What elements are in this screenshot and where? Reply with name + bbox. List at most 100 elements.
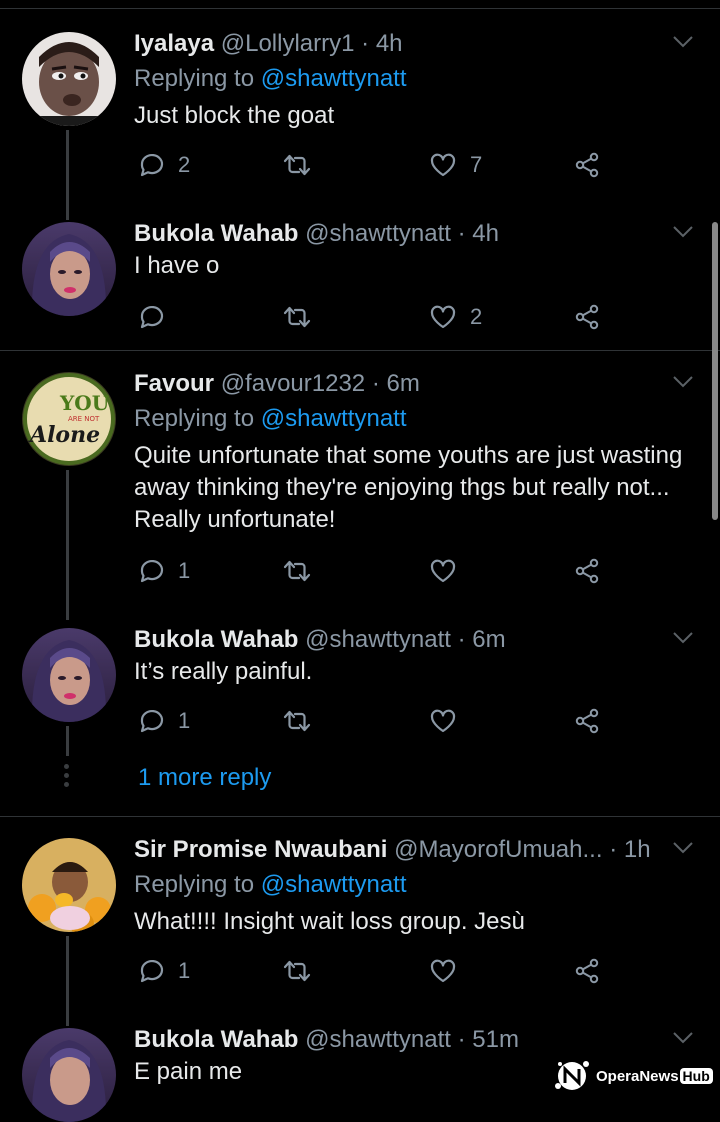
timestamp[interactable]: 51m xyxy=(472,1026,519,1053)
retweet-icon xyxy=(282,956,312,986)
like-icon xyxy=(428,706,458,736)
chevron-down-icon[interactable] xyxy=(672,375,694,389)
tweet-text: I have o xyxy=(134,252,220,279)
timestamp[interactable]: 4h xyxy=(472,220,499,247)
reply-count: 2 xyxy=(178,152,191,177)
like-icon xyxy=(428,150,458,180)
retweet-button[interactable] xyxy=(282,556,312,586)
scrollbar[interactable] xyxy=(712,222,718,520)
timestamp[interactable]: 6m xyxy=(387,370,420,397)
retweet-button[interactable] xyxy=(282,150,312,180)
tweet-actions: 1 xyxy=(134,956,614,986)
like-button[interactable] xyxy=(428,956,458,986)
reply-button[interactable]: 2 xyxy=(136,150,190,180)
avatar[interactable] xyxy=(22,222,116,316)
retweet-button[interactable] xyxy=(282,956,312,986)
user-handle[interactable]: @favour1232 xyxy=(221,370,365,397)
display-name[interactable]: Iyalaya xyxy=(134,30,214,57)
chevron-down-icon[interactable] xyxy=(672,35,694,49)
thread-line xyxy=(66,936,69,1026)
user-handle[interactable]: @Lollylarry1 xyxy=(221,30,355,57)
reply-icon xyxy=(136,150,166,180)
top-divider xyxy=(0,8,720,9)
reply-count: 1 xyxy=(178,558,191,583)
separator-dot: · xyxy=(457,1026,466,1053)
tweet-header: Bukola Wahab @shawttynatt · 4h xyxy=(134,219,499,249)
timestamp[interactable]: 1h xyxy=(624,836,651,863)
avatar[interactable]: YOU ARE NOT Alone xyxy=(22,372,116,466)
retweet-icon xyxy=(282,150,312,180)
share-button[interactable] xyxy=(572,302,602,332)
user-handle[interactable]: @shawttynatt xyxy=(305,1026,451,1053)
retweet-button[interactable] xyxy=(282,302,312,332)
badge-text-alone: Alone xyxy=(28,422,100,448)
tweet-actions: 2 xyxy=(134,302,614,332)
avatar[interactable] xyxy=(22,838,116,932)
replying-to: Replying to @shawttynatt xyxy=(134,64,407,94)
badge-text-you: YOU xyxy=(59,391,109,415)
thread-line xyxy=(66,130,69,220)
replying-label: Replying to xyxy=(134,65,255,92)
user-handle[interactable]: @shawttynatt xyxy=(305,626,451,653)
thread-line xyxy=(66,470,69,620)
reply-icon xyxy=(136,302,166,332)
timestamp[interactable]: 6m xyxy=(472,626,505,653)
user-handle[interactable]: @MayorofUmuah... xyxy=(394,836,602,863)
share-icon xyxy=(572,706,602,736)
retweet-icon xyxy=(282,302,312,332)
mention-link[interactable]: @shawttynatt xyxy=(261,871,407,898)
like-button[interactable] xyxy=(428,556,458,586)
timestamp[interactable]: 4h xyxy=(376,30,403,57)
tweet-text: Just block the goat xyxy=(134,102,335,129)
like-count: 2 xyxy=(470,304,483,329)
tweet-header: Bukola Wahab @shawttynatt · 6m xyxy=(134,625,506,655)
display-name[interactable]: Bukola Wahab xyxy=(134,626,298,653)
share-button[interactable] xyxy=(572,706,602,736)
display-name[interactable]: Favour xyxy=(134,370,214,397)
divider xyxy=(0,816,720,817)
reply-icon xyxy=(136,556,166,586)
reply-button[interactable]: 1 xyxy=(136,706,190,736)
tweet-3[interactable]: YOU ARE NOT Alone Favour @favour1232 · 6… xyxy=(0,370,720,620)
share-button[interactable] xyxy=(572,956,602,986)
tweet-1[interactable]: Iyalaya @Lollylarry1 · 4h Replying to @s… xyxy=(0,30,720,220)
display-name[interactable]: Bukola Wahab xyxy=(134,1026,298,1053)
chevron-down-icon[interactable] xyxy=(672,1031,694,1045)
tweet-5[interactable]: Sir Promise Nwaubani @MayorofUmuah... · … xyxy=(0,835,720,1026)
tweet-4[interactable]: Bukola Wahab @shawttynatt · 6m It’s real… xyxy=(0,625,720,798)
chevron-down-icon[interactable] xyxy=(672,841,694,855)
avatar[interactable] xyxy=(22,1028,116,1122)
like-button[interactable] xyxy=(428,706,458,736)
mention-link[interactable]: @shawttynatt xyxy=(261,405,407,432)
mention-link[interactable]: @shawttynatt xyxy=(261,65,407,92)
like-button[interactable]: 2 xyxy=(428,302,482,332)
share-button[interactable] xyxy=(572,556,602,586)
avatar[interactable] xyxy=(22,628,116,722)
like-icon xyxy=(428,556,458,586)
tweet-text: It’s really painful. xyxy=(134,658,313,685)
display-name[interactable]: Bukola Wahab xyxy=(134,220,298,247)
retweet-icon xyxy=(282,556,312,586)
share-button[interactable] xyxy=(572,150,602,180)
reply-icon xyxy=(136,706,166,736)
chevron-down-icon[interactable] xyxy=(672,225,694,239)
like-button[interactable]: 7 xyxy=(428,150,482,180)
reply-icon xyxy=(136,956,166,986)
display-name[interactable]: Sir Promise Nwaubani xyxy=(134,836,387,863)
user-handle[interactable]: @shawttynatt xyxy=(305,220,451,247)
chevron-down-icon[interactable] xyxy=(672,631,694,645)
like-icon xyxy=(428,956,458,986)
retweet-button[interactable] xyxy=(282,706,312,736)
tweet-actions: 1 xyxy=(134,706,614,736)
reply-button[interactable]: 1 xyxy=(136,956,190,986)
tweet-actions: 2 7 xyxy=(134,150,614,180)
reply-button[interactable] xyxy=(136,302,166,332)
tweet-actions: 1 xyxy=(134,556,614,586)
tweet-2[interactable]: Bukola Wahab @shawttynatt · 4h I have o … xyxy=(0,219,720,342)
like-count: 7 xyxy=(470,152,483,177)
avatar[interactable] xyxy=(22,32,116,126)
tweet-header: Sir Promise Nwaubani @MayorofUmuah... · … xyxy=(134,835,651,865)
reply-button[interactable]: 1 xyxy=(136,556,190,586)
more-replies-link[interactable]: 1 more reply xyxy=(138,764,271,792)
tweet-header: Bukola Wahab @shawttynatt · 51m xyxy=(134,1025,519,1055)
